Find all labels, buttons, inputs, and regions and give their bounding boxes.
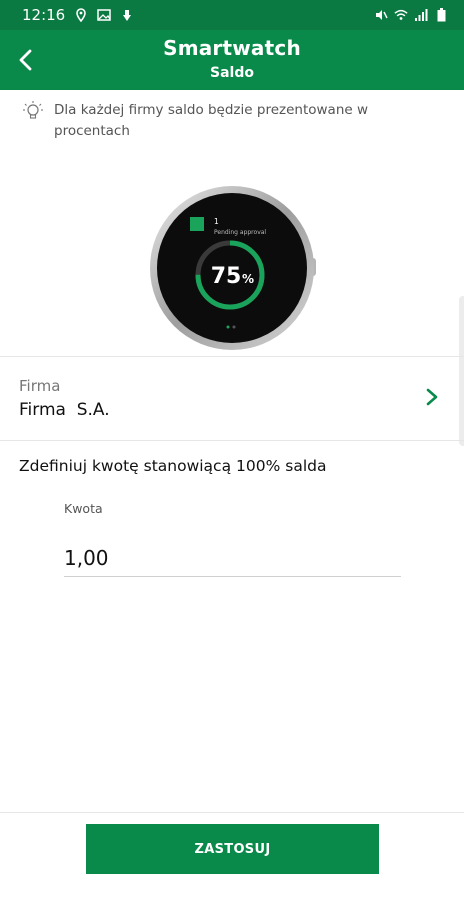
info-hint: Dla każdej firmy saldo będzie prezentowa… [22,100,442,142]
lightbulb-icon [23,101,43,119]
wifi-icon [394,8,408,22]
image-icon [97,8,111,22]
battery-icon [434,8,448,22]
kwota-label: Kwota [64,501,103,516]
page-title: Smartwatch [163,36,301,60]
status-time: 12:16 [22,6,66,24]
watch-preview: 1 Pending approval 75 % [148,184,318,354]
notification-app-icon [190,217,204,231]
apply-button[interactable]: ZASTOSUJ [86,824,379,874]
watch-status: Pending approval [214,229,266,236]
divider [0,356,464,357]
define-amount-text: Zdefiniuj kwotę stanowiącą 100% salda [19,457,327,475]
page-dot [232,325,236,329]
status-bar: 12:16 [0,0,464,30]
bottom-divider [0,812,464,813]
signal-icon [414,8,428,22]
chevron-right-icon [426,388,438,406]
firma-selector[interactable]: Firma Firma S.A. [0,360,464,440]
app-bar: Smartwatch Saldo [0,30,464,90]
firma-label: Firma [19,377,61,395]
watch-percent: 75 [211,264,242,289]
clip-icon [120,8,134,22]
watch-count: 1 [214,217,219,226]
kwota-input[interactable] [64,540,401,577]
divider [0,440,464,441]
hint-text: Dla każdej firmy saldo będzie prezentowa… [54,102,369,139]
watch-percent-sign: % [242,272,254,286]
location-icon [74,8,88,22]
page-dot-active [226,325,230,329]
firma-value: Firma S.A. [19,400,110,420]
mute-icon [374,8,388,22]
page-subtitle: Saldo [210,65,254,81]
